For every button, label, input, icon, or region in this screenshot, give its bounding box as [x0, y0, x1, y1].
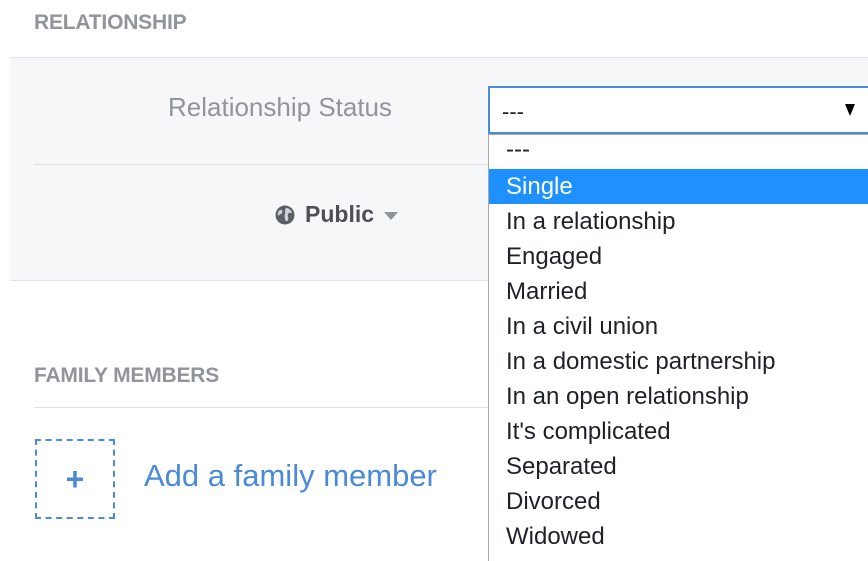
option-in-a-relationship[interactable]: In a relationship: [489, 204, 868, 239]
option-married[interactable]: Married: [489, 274, 868, 309]
family-members-heading: FAMILY MEMBERS: [34, 364, 220, 387]
family-divider: [34, 407, 488, 408]
option-engaged[interactable]: Engaged: [489, 239, 868, 274]
caret-down-icon: [384, 212, 399, 220]
privacy-selector[interactable]: Public: [275, 201, 399, 228]
option-none[interactable]: ---: [489, 135, 868, 169]
option-complicated[interactable]: It's complicated: [489, 414, 868, 449]
plus-icon: +: [65, 461, 85, 497]
option-open-relationship[interactable]: In an open relationship: [489, 379, 868, 414]
option-separated[interactable]: Separated: [489, 449, 868, 484]
option-domestic-partnership[interactable]: In a domestic partnership: [489, 344, 868, 379]
add-family-member-button[interactable]: +: [35, 439, 115, 519]
relationship-status-options: --- Single In a relationship Engaged Mar…: [488, 134, 868, 561]
option-single[interactable]: Single: [489, 169, 868, 204]
globe-icon: [275, 205, 295, 224]
relationship-status-select[interactable]: ---: [488, 86, 868, 134]
dropdown-arrow-icon: [845, 104, 855, 116]
relationship-status-label: Relationship Status: [168, 92, 393, 122]
option-divorced[interactable]: Divorced: [489, 484, 868, 519]
option-civil-union[interactable]: In a civil union: [489, 309, 868, 344]
privacy-label: Public: [305, 201, 375, 227]
select-current-value: ---: [502, 99, 524, 124]
relationship-heading: RELATIONSHIP: [34, 11, 187, 34]
option-widowed[interactable]: Widowed: [489, 519, 868, 554]
add-family-member-link[interactable]: Add a family member: [144, 458, 437, 494]
